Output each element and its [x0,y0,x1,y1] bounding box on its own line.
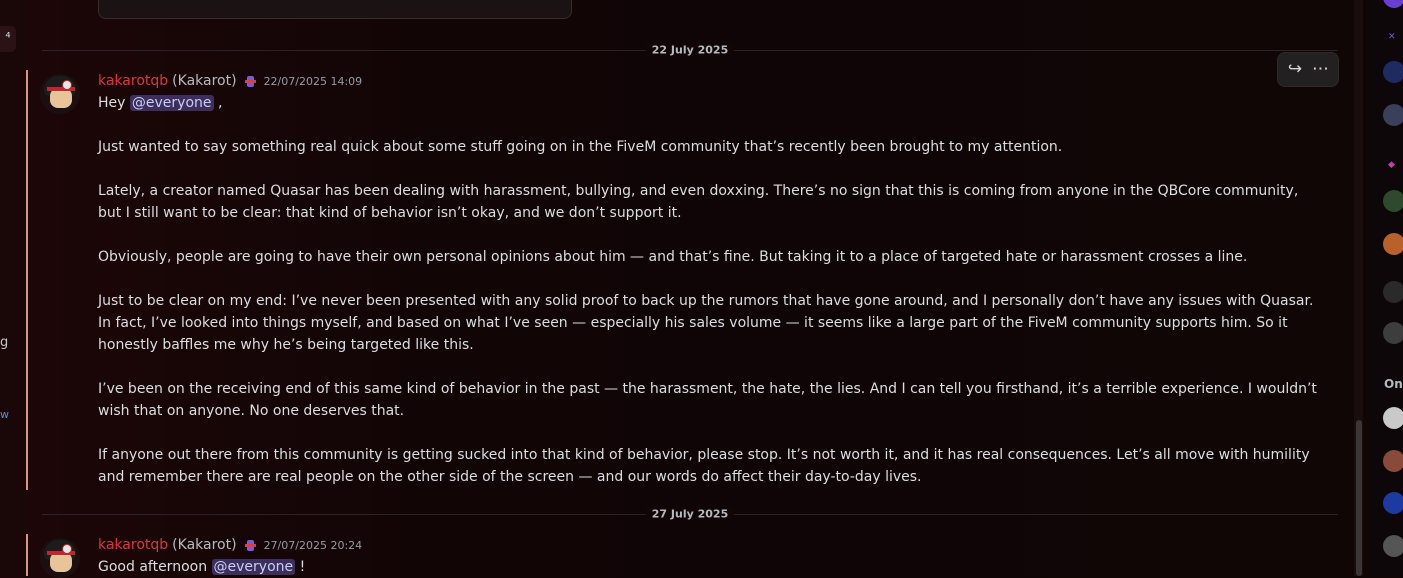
avatar[interactable] [40,538,80,578]
member-avatar[interactable] [1383,104,1403,126]
date-divider: 22 July 2025 [42,43,1338,57]
message-header: kakarotqb (Kakarot) 27/07/2025 20:24 [98,534,362,556]
member-avatar[interactable] [1383,492,1403,514]
message-body: Hey @everyone , Just wanted to say somet… [98,92,1323,488]
member-avatar[interactable] [1383,407,1403,429]
member-list: ✕ ◆ On [1370,0,1403,576]
chat-message[interactable]: kakarotqb (Kakarot) 22/07/2025 14:09 Hey… [40,70,1330,490]
greeting-text: Good afternoon [98,559,208,575]
forward-icon[interactable]: ↪ [1282,53,1308,86]
greeting-punct: ! [299,559,306,575]
sidebar-text-fragment: g [0,335,9,350]
add-icon[interactable]: ⁴ [0,26,16,52]
server-sidebar-edge: ⁴ g w [0,0,28,576]
message-body: Good afternoon @everyone ! [98,556,1323,578]
username[interactable]: kakarotqb [98,537,168,553]
member-avatar[interactable] [1383,535,1403,557]
message-paragraph: Lately, a creator named Quasar has been … [98,183,1299,221]
message-highlight-bar [26,534,28,576]
display-name: (Kakarot) [172,73,237,89]
message-hover-toolbar: ↪ ⋯ [1277,52,1339,87]
previous-embed [98,0,572,19]
sidebar-link-fragment[interactable]: w [0,408,9,421]
member-badge-icon: ✕ [1388,32,1396,42]
timestamp[interactable]: 27/07/2025 20:24 [264,539,363,552]
avatar[interactable] [40,74,80,114]
member-avatar[interactable] [1383,322,1403,344]
date-divider-label: 27 July 2025 [645,507,735,521]
member-avatar[interactable] [1383,190,1403,212]
message-paragraph: Obviously, people are going to have thei… [98,249,1248,265]
member-avatar[interactable] [1383,233,1403,255]
server-tag-icon[interactable] [244,75,256,87]
member-avatar[interactable] [1383,0,1403,8]
timestamp[interactable]: 22/07/2025 14:09 [264,75,363,88]
greeting-line: Good afternoon @everyone ! [98,556,1323,578]
greeting-line: Hey @everyone , [98,92,1323,114]
username[interactable]: kakarotqb [98,73,168,89]
date-divider-label: 22 July 2025 [645,43,735,57]
message-paragraph: Just to be clear on my end: I’ve never b… [98,293,1314,353]
server-tag-icon[interactable] [244,539,256,551]
message-paragraph: Just wanted to say something real quick … [98,139,1063,155]
message-header: kakarotqb (Kakarot) 22/07/2025 14:09 [98,70,362,92]
greeting-text: Hey [98,95,126,111]
member-avatar[interactable] [1383,450,1403,472]
member-badge-icon: ◆ [1388,160,1395,170]
everyone-mention[interactable]: @everyone [129,95,214,111]
message-paragraph: I’ve been on the receiving end of this s… [98,381,1317,419]
message-paragraph: If anyone out there from this community … [98,447,1310,485]
greeting-punct: , [217,95,223,111]
everyone-mention[interactable]: @everyone [211,559,296,575]
member-avatar[interactable] [1383,281,1403,303]
display-name: (Kakarot) [172,537,237,553]
more-options-icon[interactable]: ⋯ [1308,53,1334,86]
chat-message[interactable]: kakarotqb (Kakarot) 27/07/2025 20:24 Goo… [40,534,1330,578]
online-section-header: On [1384,377,1403,391]
member-avatar[interactable] [1383,61,1403,83]
date-divider: 27 July 2025 [42,507,1338,521]
scrollbar-thumb[interactable] [1356,420,1362,576]
message-highlight-bar [26,70,28,490]
